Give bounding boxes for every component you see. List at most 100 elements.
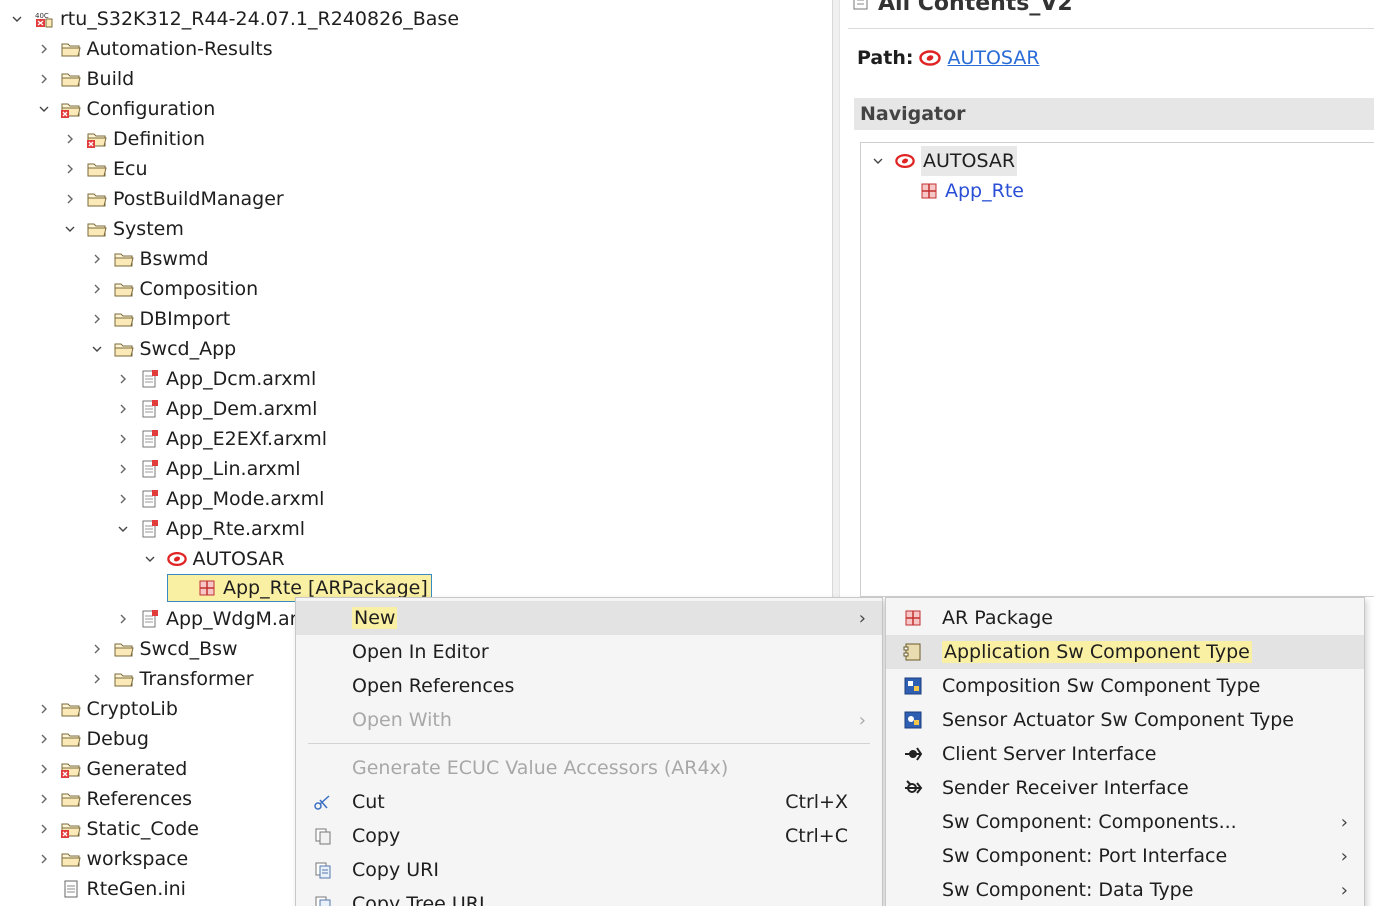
tree-item-label: Generated — [86, 758, 188, 780]
folder-error-icon — [60, 820, 81, 838]
folder-error-icon — [60, 760, 81, 778]
tree-item-label: Swcd_App — [139, 338, 237, 360]
tree-item[interactable]: App_Dcm.arxml — [114, 364, 316, 394]
submenu-item-sw-component-components[interactable]: Sw Component: Components... › — [886, 805, 1364, 839]
chevron-right-icon[interactable] — [114, 399, 132, 419]
chevron-right-icon[interactable] — [35, 699, 53, 719]
chevron-right-icon[interactable] — [88, 249, 106, 269]
chevron-right-icon[interactable] — [88, 669, 106, 689]
tree-item[interactable]: 40C rtu_S32K312_R44-24.07.1_R240826_Base — [8, 4, 459, 34]
chevron-right-icon[interactable] — [35, 69, 53, 89]
chevron-right-icon[interactable] — [61, 189, 79, 209]
submenu-item-sw-component-port-interface[interactable]: Sw Component: Port Interface › — [886, 839, 1364, 873]
tree-item[interactable]: Composition — [88, 274, 258, 304]
tree-item[interactable]: Bswmd — [88, 244, 209, 274]
tree-item[interactable]: Static_Code — [35, 814, 199, 844]
chevron-down-icon[interactable] — [8, 9, 26, 29]
tree-item[interactable]: Swcd_Bsw — [88, 634, 238, 664]
menu-item-cut[interactable]: Cut Ctrl+X — [296, 785, 882, 819]
chevron-right-icon[interactable] — [35, 789, 53, 809]
submenu-item-application-sw-component-type[interactable]: Application Sw Component Type — [886, 635, 1364, 669]
chevron-right-icon[interactable] — [114, 489, 132, 509]
menu-item-open-in-editor[interactable]: Open In Editor — [296, 635, 882, 669]
project-icon: 40C — [34, 10, 54, 28]
menu-item-label: Copy — [352, 825, 401, 847]
chevron-right-icon[interactable] — [35, 759, 53, 779]
tree-item-label: Static_Code — [86, 818, 199, 840]
tree-item-label: App_E2EXf.arxml — [166, 428, 328, 450]
chevron-right-icon[interactable] — [114, 369, 132, 389]
tree-item[interactable]: DBImport — [88, 304, 230, 334]
submenu-item-composition-sw-component-type[interactable]: Composition Sw Component Type — [886, 669, 1364, 703]
tree-item[interactable]: App_Rte.arxml — [114, 514, 305, 544]
chevron-right-icon[interactable] — [114, 459, 132, 479]
tree-item[interactable]: Debug — [35, 724, 149, 754]
tree-item[interactable]: PostBuildManager — [61, 184, 284, 214]
tree-item[interactable]: References — [35, 784, 193, 814]
chevron-right-icon[interactable] — [35, 39, 53, 59]
menu-item-new[interactable]: New › — [296, 601, 882, 635]
tree-item[interactable]: workspace — [35, 844, 188, 874]
tree-item[interactable]: System — [61, 214, 184, 244]
tree-item-label: App_WdgM.ar — [166, 608, 298, 630]
tree-item[interactable]: App_Dem.arxml — [114, 394, 317, 424]
menu-item-open-references[interactable]: Open References — [296, 669, 882, 703]
tree-item[interactable]: AUTOSAR — [141, 544, 285, 574]
chevron-down-icon[interactable] — [141, 549, 159, 569]
nav-item-label: AUTOSAR — [921, 146, 1018, 176]
context-menu: New › Open In Editor Open References Open Wi… — [295, 597, 883, 906]
tree-item[interactable]: App_WdgM.ar — [114, 604, 297, 634]
chevron-right-icon[interactable] — [35, 729, 53, 749]
chevron-down-icon[interactable] — [61, 219, 79, 239]
chevron-right-icon[interactable] — [88, 279, 106, 299]
tree-item[interactable]: Definition — [61, 124, 205, 154]
menu-item-label: New — [352, 607, 398, 629]
chevron-down-icon[interactable] — [35, 99, 53, 119]
chevron-down-icon[interactable] — [869, 151, 887, 171]
submenu-item-ar-package[interactable]: AR Package — [886, 601, 1364, 635]
menu-item-open-with[interactable]: Open With › — [296, 703, 882, 737]
submenu-item-sender-receiver-interface[interactable]: Sender Receiver Interface — [886, 771, 1364, 805]
tree-item-label: rtu_S32K312_R44-24.07.1_R240826_Base — [60, 8, 460, 30]
tree-item-label: References — [86, 788, 193, 810]
menu-item-copy-tree-uri[interactable]: Copy Tree URI — [296, 887, 882, 906]
chevron-right-icon[interactable] — [88, 309, 106, 329]
menu-item-copy[interactable]: Copy Ctrl+C — [296, 819, 882, 853]
tree-item[interactable]: Configuration — [35, 94, 215, 124]
chevron-right-icon[interactable] — [88, 639, 106, 659]
tree-item[interactable]: CryptoLib — [35, 694, 178, 724]
tree-item[interactable]: Automation-Results — [35, 34, 273, 64]
submenu-item-sw-component-data-type[interactable]: Sw Component: Data Type › — [886, 873, 1364, 906]
chevron-right-icon[interactable] — [114, 429, 132, 449]
nav-item-app-rte[interactable]: App_Rte — [919, 176, 1024, 206]
tree-item[interactable]: App_Lin.arxml — [114, 454, 301, 484]
submenu-item-client-server-interface[interactable]: Client Server Interface — [886, 737, 1364, 771]
chevron-right-icon[interactable] — [35, 849, 53, 869]
tree-item[interactable]: Build — [35, 64, 134, 94]
chevron-down-icon[interactable] — [114, 519, 132, 539]
tree-item[interactable]: Transformer — [88, 664, 254, 694]
chevron-right-icon[interactable] — [61, 129, 79, 149]
chevron-down-icon[interactable] — [88, 339, 106, 359]
menu-item-generate-ecuc-value-accessors-ar4x[interactable]: Generate ECUC Value Accessors (AR4x) — [296, 751, 882, 785]
tree-item[interactable]: Swcd_App — [88, 334, 237, 364]
menu-separator — [308, 743, 870, 744]
tree-item[interactable]: App_Mode.arxml — [114, 484, 324, 514]
editor-title: All Contents_V2 — [852, 0, 1073, 16]
application-swc-icon — [902, 641, 924, 663]
chevron-right-icon[interactable] — [61, 159, 79, 179]
composition-swc-icon — [902, 675, 924, 697]
tree-item[interactable]: App_E2EXf.arxml — [114, 424, 327, 454]
submenu-item-sensor-actuator-sw-component-type[interactable]: Sensor Actuator Sw Component Type — [886, 703, 1364, 737]
tree-item[interactable]: Ecu — [61, 154, 148, 184]
chevron-right-icon[interactable] — [114, 609, 132, 629]
tree-item[interactable]: Generated — [35, 754, 188, 784]
package-icon — [902, 607, 924, 629]
path-link-autosar[interactable]: AUTOSAR — [947, 47, 1039, 69]
chevron-right-icon[interactable] — [35, 819, 53, 839]
menu-item-copy-uri[interactable]: Copy URI — [296, 853, 882, 887]
nav-item-autosar[interactable]: AUTOSAR — [869, 146, 1018, 176]
tree-item[interactable]: RteGen.ini — [35, 874, 186, 904]
tree-item-label: AUTOSAR — [192, 548, 285, 570]
submenu-item-label: Client Server Interface — [942, 743, 1157, 765]
